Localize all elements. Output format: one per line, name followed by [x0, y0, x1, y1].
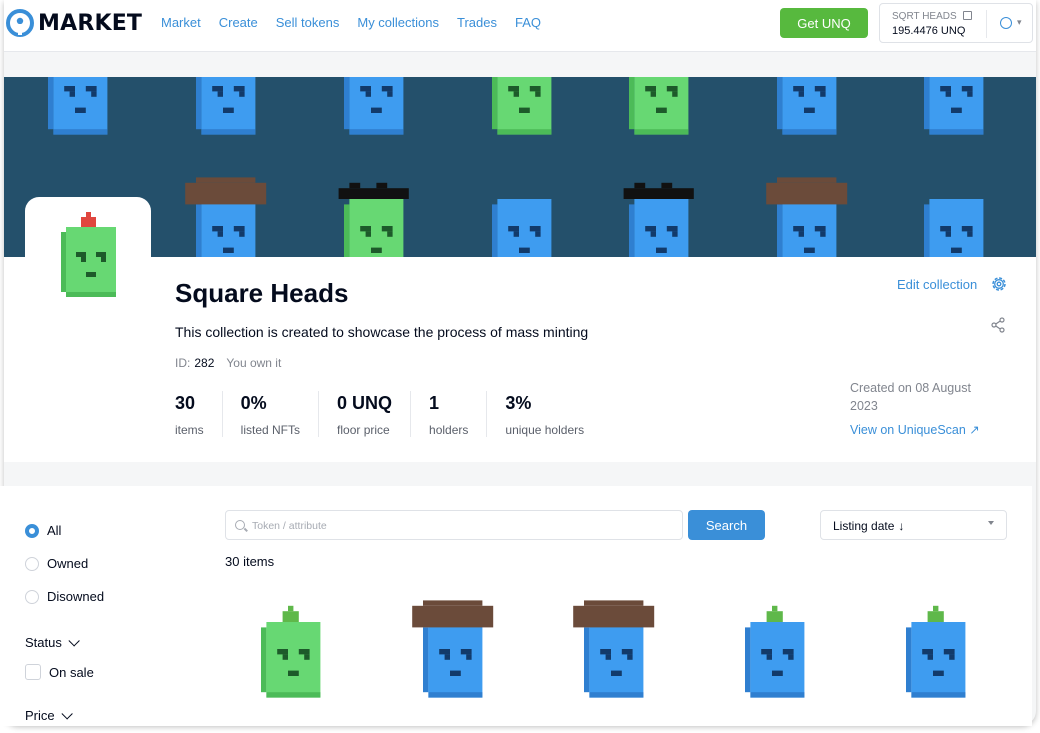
logo-icon: [6, 9, 34, 37]
account-avatar-icon[interactable]: [1000, 17, 1012, 29]
share-icon[interactable]: [990, 317, 1006, 333]
created-date: Created on 08 August 2023: [850, 381, 971, 413]
filter-radio-disowned[interactable]: Disowned: [25, 589, 104, 604]
nav-my-collections[interactable]: My collections: [357, 15, 439, 30]
id-label: ID:: [175, 356, 191, 370]
checkbox-label: On sale: [49, 664, 94, 680]
collection-id-line: ID: 282 You own it: [175, 356, 281, 370]
edit-collection-link[interactable]: Edit collection: [897, 277, 977, 292]
main-nav: Market Create Sell tokens My collections…: [161, 15, 541, 30]
wallet-balance: 195.4476 UNQ: [892, 25, 966, 37]
nav-sell-tokens[interactable]: Sell tokens: [276, 15, 340, 30]
search-input[interactable]: [252, 517, 672, 535]
stat-items: 30 items: [175, 391, 222, 437]
token-image: [412, 600, 494, 698]
radio-button[interactable]: [25, 589, 39, 604]
stat-label: items: [175, 423, 204, 437]
collection-description: This collection is created to showcase t…: [175, 324, 589, 340]
top-header: MARKET Market Create Sell tokens My coll…: [4, 0, 1036, 52]
radio-label: Disowned: [47, 589, 105, 604]
radio-label: All: [47, 523, 62, 538]
collection-stats: 30 items 0% listed NFTs 0 UNQ floor price 1…: [175, 391, 602, 437]
search-icon: [235, 520, 245, 530]
token-image: [745, 605, 805, 698]
stat-unique-holders: 3% unique holders: [486, 391, 602, 437]
items-count: 30 items: [225, 554, 275, 569]
stat-label: unique holders: [505, 423, 585, 437]
sort-label: Listing date: [833, 519, 895, 533]
collection-title: Square Heads: [175, 278, 349, 308]
token-card[interactable]: [719, 598, 829, 708]
wallet-divider: [986, 10, 987, 38]
token-card[interactable]: [558, 598, 668, 708]
stat-floor-price: 0 UNQ floor price: [318, 391, 410, 437]
stat-value: 3%: [505, 393, 532, 413]
search-button[interactable]: Search: [688, 510, 765, 540]
token-image: [573, 600, 655, 698]
banner-pattern: [48, 77, 984, 257]
chevron-down-icon[interactable]: ▾: [1017, 17, 1022, 28]
price-filter-toggle[interactable]: Price: [25, 707, 73, 723]
logo-text: MARKET: [38, 10, 143, 36]
market-logo[interactable]: MARKET: [6, 9, 142, 37]
token-search-box: [225, 510, 683, 540]
on-sale-checkbox[interactable]: On sale: [25, 664, 94, 680]
gear-icon[interactable]: [990, 275, 1008, 293]
nav-faq[interactable]: FAQ: [515, 15, 541, 30]
status-heading: Status: [25, 635, 62, 650]
token-image: [906, 605, 966, 698]
nav-create[interactable]: Create: [219, 15, 258, 30]
stat-label: floor price: [337, 423, 390, 437]
dropdown-caret-icon: [988, 521, 994, 525]
collection-banner: [4, 77, 1036, 257]
uniquescan-link[interactable]: View on UniqueScan ↗: [850, 422, 980, 437]
token-card[interactable]: [880, 598, 990, 708]
get-unq-button[interactable]: Get UNQ: [780, 8, 868, 38]
price-heading: Price: [25, 708, 55, 723]
wallet-widget[interactable]: SQRT HEADS 195.4476 UNQ ▾: [879, 3, 1033, 43]
sort-direction-icon: ↓: [898, 519, 905, 533]
collection-avatar: [25, 197, 151, 323]
stat-label: listed NFTs: [240, 423, 301, 437]
radio-button[interactable]: [25, 523, 39, 538]
nav-market[interactable]: Market: [161, 15, 201, 30]
radio-label: Owned: [47, 556, 89, 571]
token-image: [261, 605, 321, 698]
stat-value: 0 UNQ: [337, 393, 393, 413]
token-card[interactable]: [235, 598, 345, 708]
token-card[interactable]: [397, 598, 507, 708]
stat-value: 0%: [240, 393, 267, 413]
wallet-label: SQRT HEADS: [892, 11, 957, 22]
copy-icon[interactable]: [963, 11, 972, 20]
stat-holders: 1 holders: [410, 391, 486, 437]
id-value: 282: [194, 356, 215, 370]
nav-trades[interactable]: Trades: [457, 15, 497, 30]
radio-button[interactable]: [25, 556, 39, 571]
checkbox-box[interactable]: [25, 664, 41, 680]
collection-avatar-image: [61, 212, 116, 297]
status-filter-toggle[interactable]: Status: [25, 634, 80, 650]
ownership-text: You own it: [226, 356, 282, 370]
filter-radio-owned[interactable]: Owned: [25, 556, 88, 571]
filter-radio-all[interactable]: All: [25, 523, 61, 538]
sort-select[interactable]: Listing date ↓: [820, 510, 1007, 540]
sort-value: Listing date ↓: [833, 519, 904, 533]
stat-label: holders: [429, 423, 469, 437]
stat-value: 30: [175, 393, 196, 413]
stat-listed: 0% listed NFTs: [221, 391, 318, 437]
stat-value: 1: [429, 393, 440, 413]
